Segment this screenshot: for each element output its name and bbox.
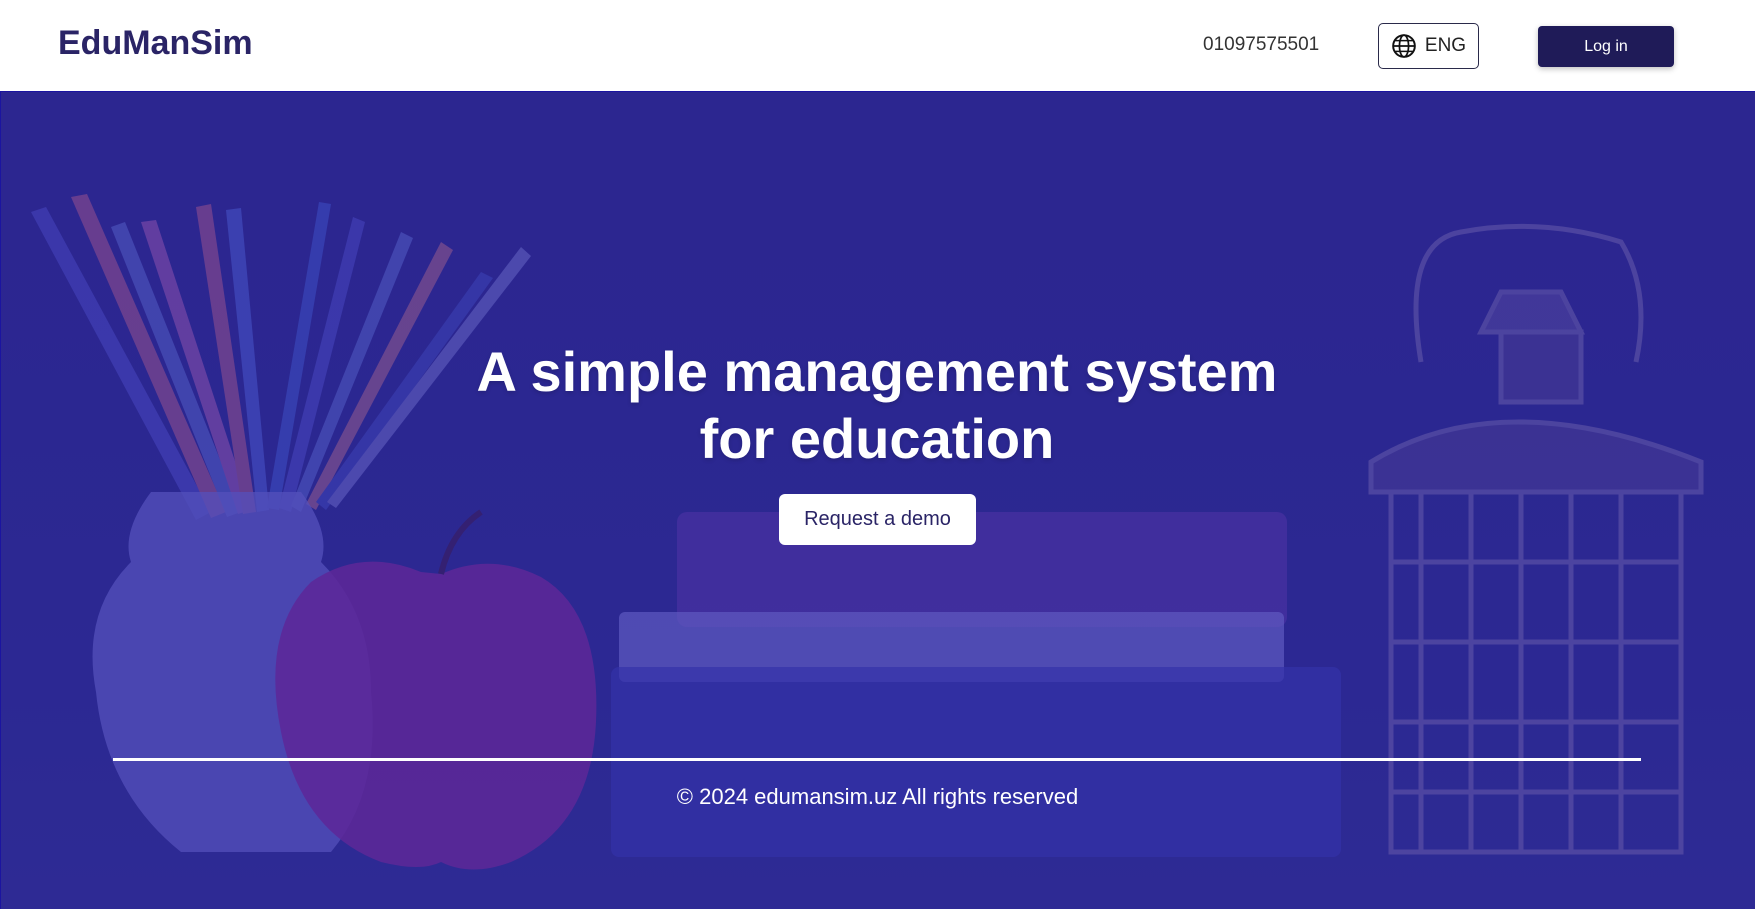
language-selector-button[interactable]: ENG	[1378, 23, 1479, 69]
site-header: EduManSim 01097575501 ENG Log in	[0, 0, 1755, 91]
hero-title-line-1: A simple management system	[476, 340, 1278, 403]
login-button[interactable]: Log in	[1538, 26, 1674, 67]
request-demo-button[interactable]: Request a demo	[779, 494, 976, 545]
phone-number[interactable]: 01097575501	[1203, 34, 1319, 56]
logo[interactable]: EduManSim	[58, 24, 253, 63]
hero-title: A simple management system for education	[377, 338, 1377, 472]
globe-icon	[1392, 34, 1416, 58]
footer-copyright: © 2024 edumansim.uz All rights reserved	[676, 784, 1079, 809]
hero-title-line-2: for education	[699, 407, 1055, 470]
footer-divider	[113, 758, 1641, 761]
language-label: ENG	[1424, 35, 1467, 56]
